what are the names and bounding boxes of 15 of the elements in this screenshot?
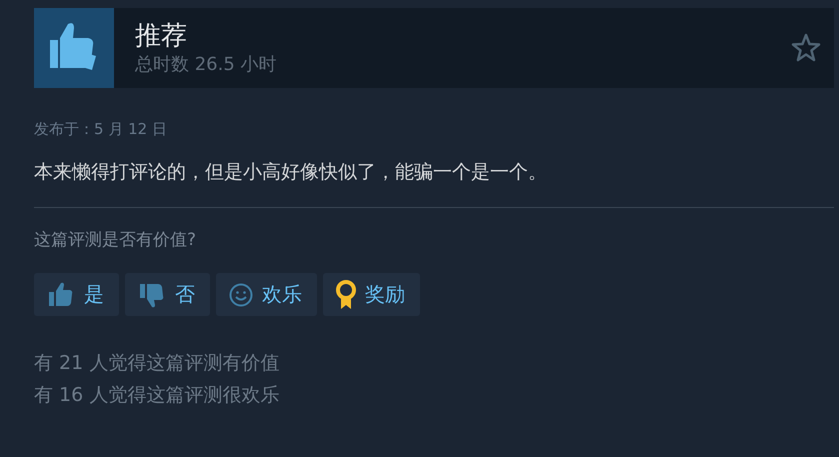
vote-count: 有 21 人觉得这篇评测有价值	[34, 351, 280, 376]
helpful-question: 这篇评测是否有价值?	[34, 229, 198, 251]
thumbs-up-icon	[34, 8, 114, 88]
no-button[interactable]: 否	[125, 273, 210, 316]
posted-date: 发布于：5 月 12 日	[34, 120, 168, 139]
funny-button[interactable]: 欢乐	[216, 273, 317, 316]
yes-button[interactable]: 是	[34, 273, 119, 316]
award-button[interactable]: 奖励	[323, 273, 420, 316]
award-ribbon-icon	[335, 280, 357, 310]
review-verdict: 推荐	[135, 20, 188, 52]
vote-count: 有 16 人觉得这篇评测很欢乐	[34, 383, 280, 408]
review-text: 本来懒得打评论的，但是小高好像快似了，能骗一个是一个。	[34, 160, 548, 185]
star-icon[interactable]	[790, 32, 822, 64]
playtime: 总时数 26.5 小时	[135, 54, 278, 76]
smiley-icon	[228, 282, 254, 308]
